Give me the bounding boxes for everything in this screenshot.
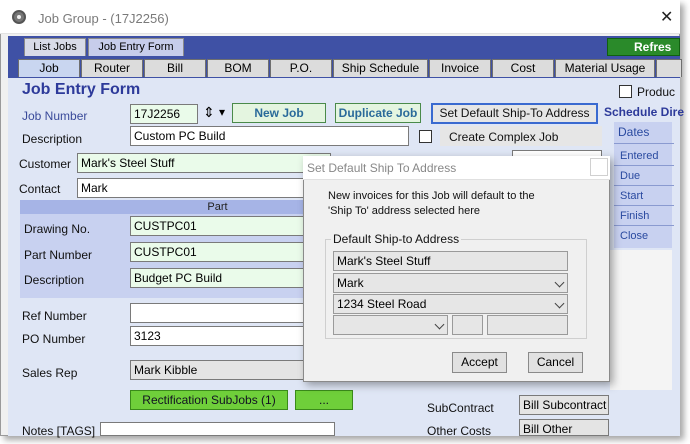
description-field[interactable]: Custom PC Build (130, 126, 409, 146)
tab-list-jobs[interactable]: List Jobs (24, 38, 86, 56)
new-job-button[interactable]: New Job (232, 103, 326, 123)
ship-to-contact-value: Mark (337, 276, 364, 290)
ship-to-state-field[interactable] (452, 315, 483, 335)
right-info-panel (610, 250, 672, 390)
window-title: Job Group - (17J2256) (38, 11, 169, 26)
date-close-label: Close (620, 230, 649, 242)
schedule-direction-label: Schedule Dire (604, 105, 685, 119)
ship-to-region-select[interactable] (333, 315, 448, 335)
tab-material-usage[interactable]: Material Usage (555, 59, 655, 77)
tab-invoice[interactable]: Invoice (429, 59, 491, 77)
dates-divider (614, 165, 674, 166)
tab-job[interactable]: Job (18, 59, 80, 77)
tab-cost[interactable]: Cost (492, 59, 554, 77)
secondary-subjobs-button[interactable]: ... (295, 390, 353, 410)
dates-divider (614, 143, 674, 144)
rectification-subjobs-button[interactable]: Rectification SubJobs (1) (130, 390, 288, 410)
set-default-ship-to-button[interactable]: Set Default Ship-To Address (431, 103, 598, 124)
product-label: Produc (637, 85, 676, 99)
default-ship-to-group-label: Default Ship-to Address (331, 232, 462, 246)
tab-job-entry-form[interactable]: Job Entry Form (88, 38, 184, 56)
notes-tags-label: Notes [TAGS] (22, 424, 96, 438)
ship-to-company-field: Mark's Steel Stuff (333, 251, 568, 271)
tab-bom[interactable]: BOM (207, 59, 269, 77)
app-gear-icon (12, 10, 26, 24)
chevron-down-icon[interactable]: ▾ (219, 105, 225, 119)
contact-field[interactable]: Mark (77, 178, 331, 198)
date-start-label: Start (620, 190, 644, 202)
other-costs-label: Other Costs (427, 424, 492, 438)
dialog-message-line-1: New invoices for this Job will default t… (328, 190, 535, 202)
job-number-field[interactable]: 17J2256 (130, 104, 198, 124)
cancel-button[interactable]: Cancel (528, 352, 583, 373)
complex-job-checkbox[interactable] (419, 130, 432, 143)
product-checkbox[interactable] (619, 85, 632, 98)
date-finish-label: Finish (620, 210, 650, 222)
other-costs-field[interactable]: Bill Other (519, 419, 609, 436)
ship-to-contact-select[interactable]: Mark (333, 273, 568, 293)
dates-divider (614, 185, 674, 186)
subcontract-label: SubContract (427, 401, 494, 415)
part-description-label: Description (24, 273, 85, 287)
po-number-label: PO Number (22, 332, 86, 346)
contact-label: Contact (19, 182, 61, 196)
job-number-label: Job Number (22, 109, 88, 123)
description-label: Description (22, 132, 83, 146)
page-title: Job Entry Form (22, 81, 141, 98)
tab-overflow[interactable] (656, 59, 682, 77)
dialog-close-icon[interactable] (590, 158, 608, 176)
sales-rep-label: Sales Rep (22, 366, 78, 380)
ship-to-address-select[interactable]: 1234 Steel Road (333, 294, 568, 314)
dialog-message: New invoices for this Job will default t… (328, 189, 598, 219)
subcontract-field[interactable]: Bill Subcontract (519, 395, 609, 415)
window-close-icon[interactable]: ✕ (660, 7, 673, 27)
ship-to-address-value: 1234 Steel Road (337, 297, 427, 311)
customer-label: Customer (19, 157, 72, 171)
customer-field[interactable]: Mark's Steel Stuff (77, 153, 331, 173)
spinner-icon[interactable]: ⇕ (203, 104, 215, 121)
date-due-label: Due (620, 170, 641, 182)
chevron-down-icon (554, 298, 565, 309)
ref-number-label: Ref Number (22, 309, 87, 323)
tab-bill[interactable]: Bill (144, 59, 206, 77)
part-number-label: Part Number (24, 248, 93, 262)
chevron-down-icon (554, 277, 565, 288)
dates-divider (614, 205, 674, 206)
tab-router[interactable]: Router (81, 59, 143, 77)
refresh-button[interactable]: Refres (607, 38, 680, 56)
dates-title: Dates (618, 125, 650, 139)
dialog-message-line-2: 'Ship To' address selected here (328, 205, 480, 217)
duplicate-job-button[interactable]: Duplicate Job (335, 103, 421, 123)
tab-ship-schedule[interactable]: Ship Schedule (333, 59, 428, 77)
chevron-down-icon (434, 319, 445, 330)
ship-to-postcode-field[interactable] (487, 315, 568, 335)
accept-button[interactable]: Accept (452, 352, 507, 373)
dates-divider (614, 225, 674, 226)
date-entered-label: Entered (620, 150, 659, 162)
tab-po[interactable]: P.O. (270, 59, 332, 77)
dialog-title: Set Default Ship To Address (307, 161, 457, 175)
create-complex-job-label: Create Complex Job (449, 130, 559, 144)
notes-tags-field[interactable] (100, 422, 335, 436)
drawing-no-label: Drawing No. (24, 222, 91, 236)
